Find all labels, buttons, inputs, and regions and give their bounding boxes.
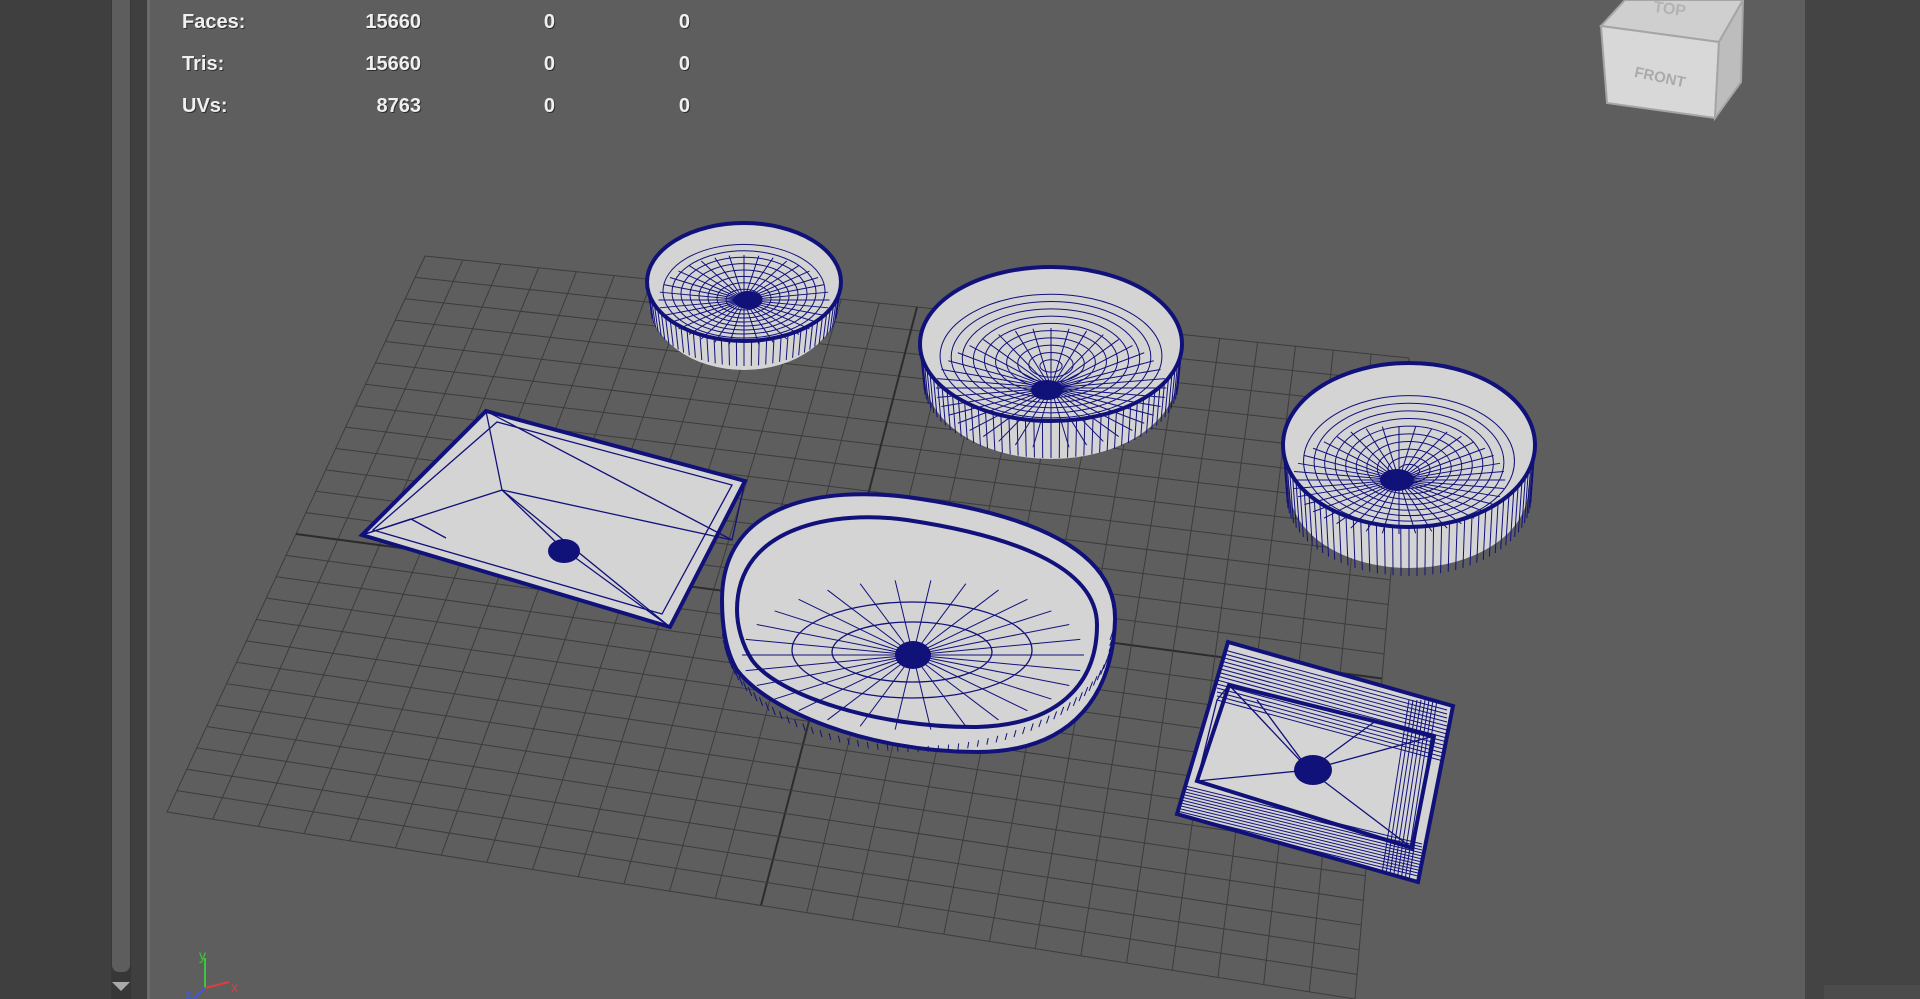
round-vessel-sink-deep[interactable] — [1281, 361, 1537, 576]
hud-uvs-selected: 0 — [543, 95, 555, 117]
oval-vessel-sink[interactable] — [719, 492, 1118, 755]
hud-uvs-value: 8763 — [376, 95, 422, 117]
hud-uvs-label: UVs: — [182, 95, 228, 117]
square-box-sink[interactable] — [1174, 639, 1456, 885]
right-panel — [1805, 0, 1920, 999]
hud-faces-value: 15660 — [365, 11, 421, 33]
hud-tris-extra: 0 — [678, 53, 690, 75]
hud-faces-extra: 0 — [678, 11, 690, 33]
round-vessel-sink-medium[interactable] — [918, 265, 1184, 459]
axis-indicator: y x z — [185, 947, 238, 999]
hud-faces-label: Faces: — [182, 11, 246, 33]
scrollbar-thumb[interactable] — [112, 0, 130, 972]
scene-canvas[interactable]: TOP FRONT y x z — [147, 0, 1805, 999]
rectangular-flat-sink[interactable] — [358, 408, 748, 630]
hud-tris-selected: 0 — [543, 53, 555, 75]
hud-tris-label: Tris: — [182, 53, 225, 75]
hud-uvs-extra: 0 — [678, 95, 690, 117]
3d-viewport[interactable]: TOP FRONT y x z Faces: 15660 0 0 Tris: 1… — [147, 0, 1805, 999]
scroll-down-arrow-icon[interactable] — [112, 982, 130, 991]
right-panel-corner — [1824, 985, 1920, 999]
round-vessel-sink-small[interactable] — [645, 221, 843, 370]
hud-faces-selected: 0 — [543, 11, 555, 33]
view-cube[interactable]: TOP FRONT — [1598, 0, 1745, 122]
axis-x-label: x — [231, 979, 238, 995]
axis-y-label: y — [199, 947, 206, 963]
axis-z-label: z — [185, 986, 192, 999]
hud-tris-value: 15660 — [365, 53, 421, 75]
